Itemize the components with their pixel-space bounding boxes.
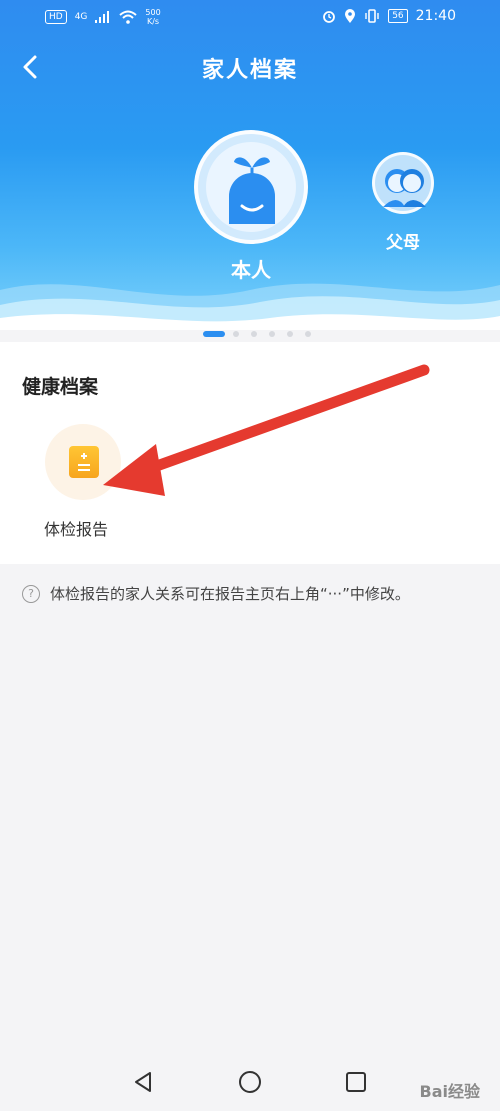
clock: 21:40 — [415, 8, 456, 24]
recents-square-icon[interactable] — [344, 1070, 368, 1094]
status-bar: HD 4G 500 K/s 56 21:40 — [0, 0, 500, 34]
location-icon — [345, 9, 356, 23]
report-entry-button[interactable] — [45, 424, 121, 500]
report-icon — [69, 446, 99, 478]
profile-label-parents[interactable]: 父母 — [353, 228, 453, 253]
watermark: Bai经验 — [419, 1082, 480, 1101]
section-title: 健康档案 — [22, 376, 99, 398]
profile-avatar-parents[interactable] — [372, 152, 434, 214]
page-title: 家人档案 — [201, 58, 298, 83]
pager-dot — [305, 331, 311, 337]
battery-level: 56 — [392, 11, 404, 21]
pager-dot — [269, 331, 275, 337]
alarm-icon — [323, 11, 336, 23]
tip-text: 体检报告的家人关系可在报告主页右上角“···”中修改。 — [50, 585, 410, 603]
speed-value: 500 — [145, 8, 161, 17]
pager-dot — [233, 331, 239, 337]
pager-indicator — [0, 331, 500, 341]
network-speed: 500 K/s — [145, 8, 160, 26]
sprout-avatar-icon — [229, 157, 275, 224]
battery-icon: 56 — [388, 9, 408, 23]
profile-label-self[interactable]: 本人 — [201, 254, 301, 283]
parents-avatar-icon — [383, 169, 426, 207]
home-circle-icon[interactable] — [238, 1070, 262, 1094]
back-triangle-icon[interactable] — [131, 1070, 155, 1094]
hd-badge: HD — [45, 10, 67, 24]
question-icon: ? — [22, 585, 40, 603]
pager-dot — [251, 331, 257, 337]
pager-dot — [287, 331, 293, 337]
vibrate-icon — [365, 9, 379, 23]
speed-unit: K/s — [146, 17, 160, 26]
profile-avatar-self[interactable] — [194, 130, 308, 244]
pager-dot-active — [203, 331, 225, 337]
report-label[interactable]: 体检报告 — [44, 516, 108, 540]
wifi-icon — [119, 10, 138, 24]
network-label: 4G — [74, 12, 88, 22]
signal-icon — [95, 11, 110, 23]
